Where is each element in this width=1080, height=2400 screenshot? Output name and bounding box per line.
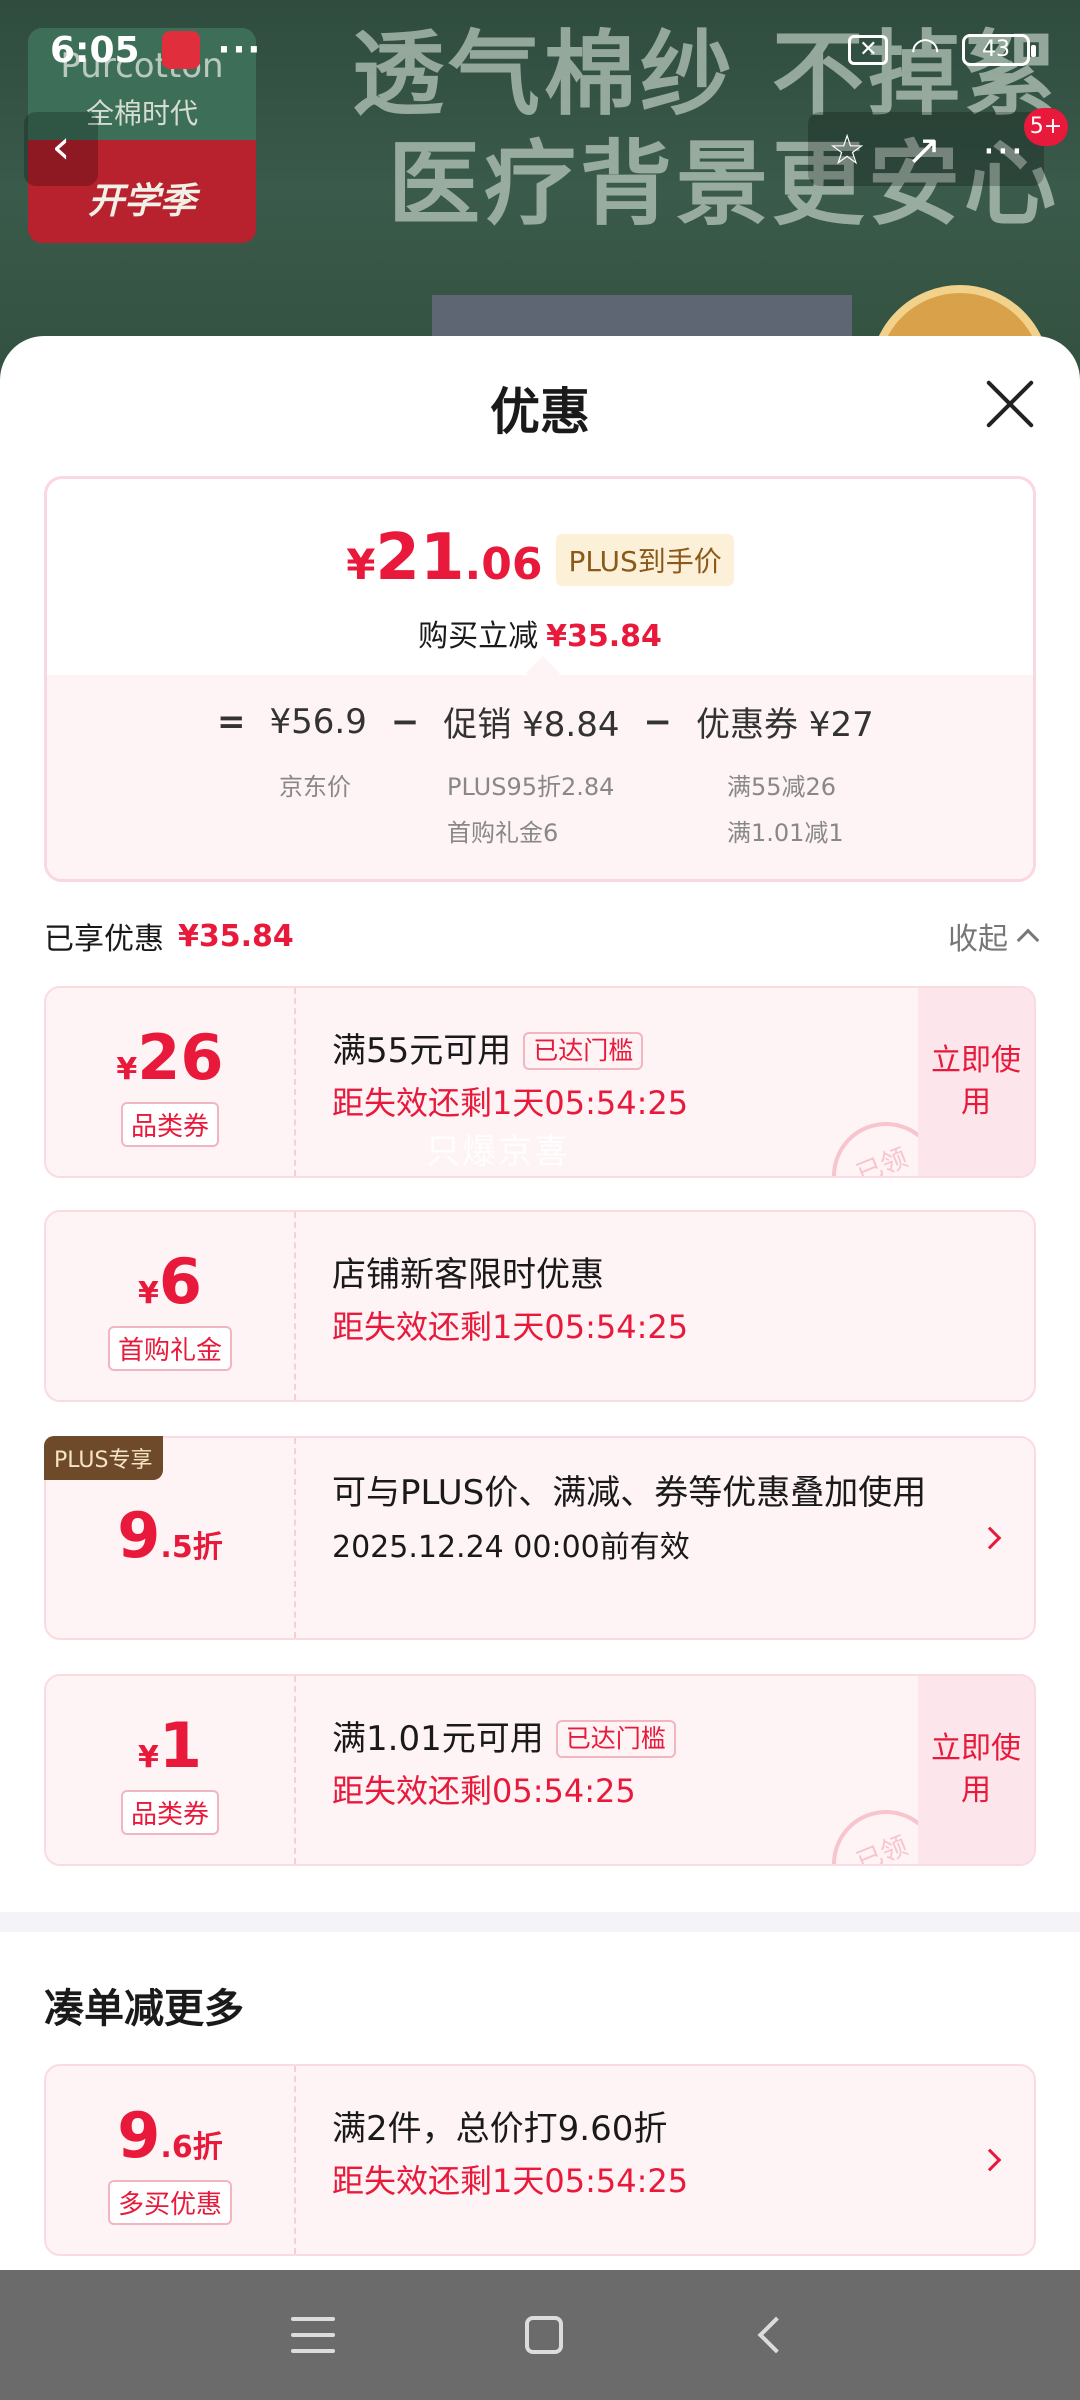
status-time: 6:05 xyxy=(50,29,140,71)
more-section-title: 凑单减更多 xyxy=(44,1986,244,2032)
promo-amount: 促销 ¥8.84 xyxy=(443,705,620,745)
no-sim-icon: ✕ xyxy=(848,35,889,65)
multi-buy-card[interactable]: 9 .6折 多买优惠 满2件，总价打9.60折 距失效还剩1天05:54:25 xyxy=(44,2064,1036,2256)
system-back-icon[interactable] xyxy=(757,2316,795,2354)
jd-price-label: 京东价 xyxy=(279,773,351,801)
promo-detail: 首购礼金6 xyxy=(447,819,559,847)
coupon-type-tag: 品类券 xyxy=(120,1790,219,1835)
favorite-star-icon[interactable]: ☆ xyxy=(828,125,866,174)
collapse-button[interactable]: 收起 xyxy=(948,914,1040,958)
plus-exclusive-badge: PLUS专享 xyxy=(44,1436,163,1480)
coupon-info: 可与PLUS价、满减、券等优惠叠加使用 2025.12.24 00:00前有效 xyxy=(332,1468,954,1566)
coupon-value: ¥ 26 品类券 xyxy=(46,988,296,1176)
coupon-expire: 距失效还剩1天05:54:25 xyxy=(332,1308,689,1346)
more-notifications-icon: ··· xyxy=(217,30,263,70)
instant-save: 购买立减 ¥35.84 xyxy=(418,619,662,654)
coupon-info: 满1.01元可用 已达门槛 距失效还剩05:54:25 xyxy=(332,1716,904,1812)
coupon-title: 满1.01元可用 xyxy=(332,1719,544,1759)
close-icon[interactable] xyxy=(982,376,1038,432)
plus-discount-card[interactable]: 9 .5折 可与PLUS价、满减、券等优惠叠加使用 2025.12.24 00:… xyxy=(44,1436,1036,1640)
coupon-type-tag: 首购礼金 xyxy=(107,1326,232,1371)
coupon-card[interactable]: ¥ 1 品类券 满1.01元可用 已达门槛 距失效还剩05:54:25 已领 立… xyxy=(44,1674,1036,1866)
battery-icon: 43 xyxy=(962,34,1036,66)
app-notification-icon xyxy=(161,31,200,69)
use-now-button[interactable]: 立即使用 xyxy=(918,1676,1034,1864)
back-button[interactable]: ‹ xyxy=(24,112,98,186)
section-divider xyxy=(0,1912,1080,1932)
coupon-info: 满55元可用 已达门槛 距失效还剩1天05:54:25 xyxy=(332,1028,904,1124)
coupon-amount: 优惠券 ¥27 xyxy=(696,705,874,745)
enjoyed-discount-row: 已享优惠 ¥35.84 收起 xyxy=(44,906,1040,966)
plus-price-tag: PLUS到手价 xyxy=(556,534,734,586)
chevron-up-icon xyxy=(1016,928,1040,952)
price-summary-card: ¥ 21 .06 PLUS到手价 购买立减 ¥35.84 = ¥56.9 − 促销… xyxy=(44,476,1036,882)
recent-apps-icon[interactable] xyxy=(291,2317,335,2353)
coupon-card[interactable]: ¥ 26 品类券 满55元可用 已达门槛 距失效还剩1天05:54:25 只爆京… xyxy=(44,986,1036,1178)
coupon-title: 店铺新客限时优惠 xyxy=(332,1255,604,1295)
home-icon[interactable] xyxy=(525,2316,563,2354)
sheet-title: 优惠 xyxy=(490,383,590,441)
use-now-button[interactable]: 立即使用 xyxy=(918,988,1034,1176)
discount-sheet: 优惠 ¥ 21 .06 PLUS到手价 购买立减 ¥35.84 = ¥56.9 −… xyxy=(0,336,1080,2270)
breakdown-equation: = ¥56.9 − 促销 ¥8.84 − 优惠券 ¥27 xyxy=(217,697,874,746)
coupon-expire: 距失效还剩1天05:54:25 xyxy=(332,2162,689,2200)
coupon-value: ¥ 6 首购礼金 xyxy=(46,1212,296,1400)
coupon-title: 满55元可用 xyxy=(332,1031,512,1071)
watermark: 只爆京喜 xyxy=(426,1132,570,1172)
price-breakdown: = ¥56.9 − 促销 ¥8.84 − 优惠券 ¥27 京东价 PLUS95折… xyxy=(47,675,1033,879)
coupon-expire: 距失效还剩05:54:25 xyxy=(332,1772,636,1810)
coupon-title: 满2件，总价打9.60折 xyxy=(332,2109,668,2149)
coupon-value: ¥ 1 品类券 xyxy=(46,1676,296,1864)
coupon-info: 满2件，总价打9.60折 距失效还剩1天05:54:25 xyxy=(332,2106,904,2202)
chevron-right-icon[interactable] xyxy=(978,1526,1002,1550)
final-price: ¥ 21 .06 PLUS到手价 xyxy=(47,521,1033,595)
coupon-type-tag: 多买优惠 xyxy=(107,2180,232,2225)
status-bar: 6:05 ··· ✕ ◠ 43 xyxy=(0,0,1080,100)
sheet-header: 优惠 xyxy=(0,336,1080,476)
jd-price: ¥56.9 xyxy=(269,701,367,742)
coupon-info: 店铺新客限时优惠 距失效还剩1天05:54:25 xyxy=(332,1252,904,1348)
coupon-detail: 满55减26 xyxy=(727,773,837,801)
threshold-badge: 已达门槛 xyxy=(555,1720,676,1758)
system-nav-bar xyxy=(0,2270,1080,2400)
coupon-card[interactable]: ¥ 6 首购礼金 店铺新客限时优惠 距失效还剩1天05:54:25 xyxy=(44,1210,1036,1402)
message-badge: 5+ xyxy=(1024,108,1068,146)
coupon-title: 可与PLUS价、满减、券等优惠叠加使用 xyxy=(332,1473,927,1513)
chevron-left-icon: ‹ xyxy=(51,119,71,175)
enjoyed-amount: ¥35.84 xyxy=(178,918,294,954)
coupon-expire: 2025.12.24 00:00前有效 xyxy=(332,1530,690,1565)
coupon-expire: 距失效还剩1天05:54:25 xyxy=(332,1084,689,1122)
coupon-type-tag: 品类券 xyxy=(120,1102,219,1147)
summary-top: ¥ 21 .06 PLUS到手价 购买立减 ¥35.84 xyxy=(47,479,1033,675)
threshold-badge: 已达门槛 xyxy=(523,1032,644,1070)
enjoyed-label: 已享优惠 xyxy=(44,922,164,957)
coupon-detail: 满1.01减1 xyxy=(727,819,844,847)
chevron-right-icon[interactable] xyxy=(978,2148,1002,2172)
promo-detail: PLUS95折2.84 xyxy=(447,773,615,801)
wifi-icon: ◠ xyxy=(910,30,940,70)
share-icon[interactable]: ↗ xyxy=(906,125,941,174)
coupon-value: 9 .6折 多买优惠 xyxy=(46,2066,296,2254)
top-action-group: ☆ ↗ ⋯ xyxy=(808,112,1044,186)
more-options-icon[interactable]: ⋯ xyxy=(982,125,1024,174)
